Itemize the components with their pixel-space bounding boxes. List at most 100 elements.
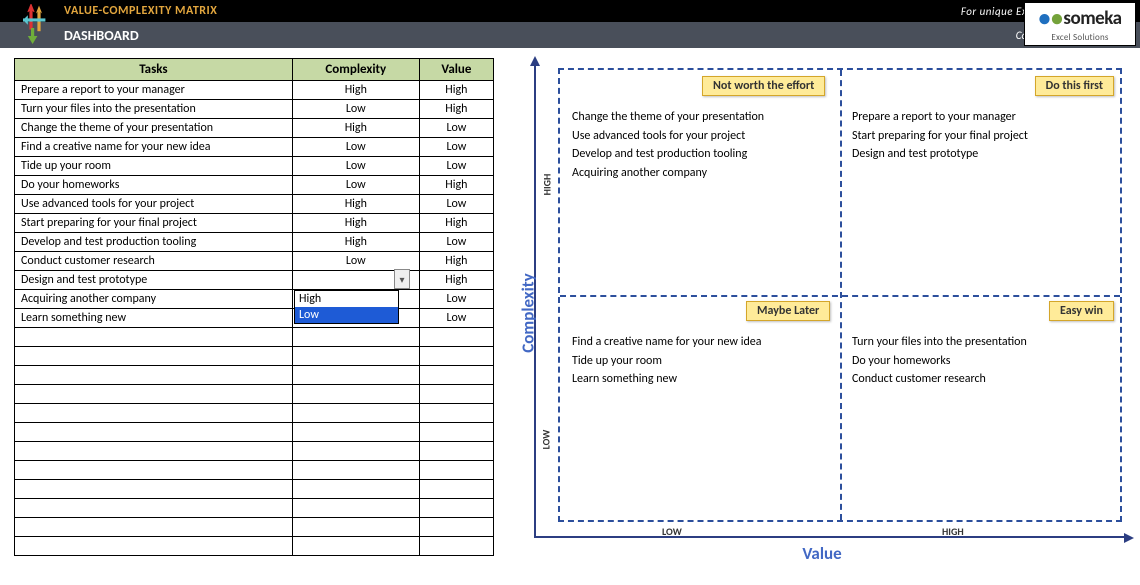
value-cell[interactable]: High — [419, 271, 493, 290]
value-cell[interactable]: Low — [419, 309, 493, 328]
table-row[interactable]: Develop and test production toolingHighL… — [15, 233, 494, 252]
table-row[interactable]: Acquiring another companyHigh Low — [15, 290, 494, 309]
value-cell[interactable]: Low — [419, 290, 493, 309]
value-cell[interactable] — [419, 328, 493, 347]
task-cell[interactable]: Find a creative name for your new idea — [15, 138, 293, 157]
table-row[interactable] — [15, 347, 494, 366]
dropdown-option-low[interactable]: Low — [295, 307, 398, 323]
table-row[interactable]: Change the theme of your presentationHig… — [15, 119, 494, 138]
dropdown-list[interactable]: High Low — [294, 290, 399, 324]
complexity-cell[interactable] — [292, 537, 419, 556]
table-row[interactable] — [15, 499, 494, 518]
table-row[interactable] — [15, 480, 494, 499]
task-cell[interactable]: Turn your files into the presentation — [15, 100, 293, 119]
task-cell[interactable] — [15, 423, 293, 442]
complexity-cell[interactable] — [292, 442, 419, 461]
complexity-cell[interactable]: High — [292, 214, 419, 233]
value-cell[interactable]: Low — [419, 138, 493, 157]
task-cell[interactable] — [15, 518, 293, 537]
complexity-cell[interactable] — [292, 423, 419, 442]
task-cell[interactable] — [15, 366, 293, 385]
complexity-cell[interactable] — [292, 518, 419, 537]
value-cell[interactable] — [419, 537, 493, 556]
table-row[interactable] — [15, 537, 494, 556]
task-cell[interactable] — [15, 404, 293, 423]
table-row[interactable] — [15, 328, 494, 347]
dropdown-arrow-icon[interactable]: ▾ — [394, 269, 410, 289]
complexity-cell[interactable]: High — [292, 81, 419, 100]
complexity-cell[interactable]: Low — [292, 252, 419, 271]
value-cell[interactable] — [419, 404, 493, 423]
complexity-cell[interactable]: High — [292, 233, 419, 252]
complexity-cell[interactable]: Low — [292, 176, 419, 195]
table-row[interactable] — [15, 404, 494, 423]
complexity-cell[interactable] — [292, 480, 419, 499]
brand-logo[interactable]: •• someka Excel Solutions — [1024, 2, 1136, 46]
complexity-cell[interactable] — [292, 328, 419, 347]
dropdown-option-high[interactable]: High — [295, 291, 398, 307]
complexity-cell[interactable] — [292, 499, 419, 518]
task-cell[interactable] — [15, 461, 293, 480]
task-cell[interactable] — [15, 347, 293, 366]
value-cell[interactable] — [419, 480, 493, 499]
complexity-cell[interactable]: High — [292, 119, 419, 138]
table-row[interactable]: Turn your files into the presentationLow… — [15, 100, 494, 119]
task-cell[interactable] — [15, 537, 293, 556]
value-cell[interactable] — [419, 442, 493, 461]
value-cell[interactable]: Low — [419, 195, 493, 214]
complexity-cell[interactable] — [292, 385, 419, 404]
complexity-cell[interactable]: High — [292, 195, 419, 214]
table-row[interactable]: Learn something newLowLow — [15, 309, 494, 328]
task-cell[interactable]: Design and test prototype — [15, 271, 293, 290]
value-cell[interactable] — [419, 423, 493, 442]
table-row[interactable] — [15, 442, 494, 461]
complexity-cell[interactable] — [292, 461, 419, 480]
value-cell[interactable]: High — [419, 214, 493, 233]
task-cell[interactable] — [15, 499, 293, 518]
task-cell[interactable]: Learn something new — [15, 309, 293, 328]
value-cell[interactable] — [419, 385, 493, 404]
complexity-cell[interactable] — [292, 366, 419, 385]
table-row[interactable]: Start preparing for your final projectHi… — [15, 214, 494, 233]
value-cell[interactable] — [419, 366, 493, 385]
complexity-cell[interactable]: Low — [292, 100, 419, 119]
task-cell[interactable]: Do your homeworks — [15, 176, 293, 195]
table-row[interactable]: Use advanced tools for your projectHighL… — [15, 195, 494, 214]
value-cell[interactable] — [419, 518, 493, 537]
table-row[interactable]: Design and test prototype High — [15, 271, 494, 290]
task-cell[interactable] — [15, 385, 293, 404]
table-row[interactable] — [15, 461, 494, 480]
table-row[interactable]: Do your homeworksLowHigh — [15, 176, 494, 195]
table-row[interactable]: Tide up your roomLowLow — [15, 157, 494, 176]
value-cell[interactable] — [419, 499, 493, 518]
complexity-cell[interactable] — [292, 347, 419, 366]
complexity-cell[interactable] — [292, 404, 419, 423]
task-cell[interactable]: Prepare a report to your manager — [15, 81, 293, 100]
task-cell[interactable] — [15, 442, 293, 461]
task-cell[interactable]: Conduct customer research — [15, 252, 293, 271]
table-row[interactable] — [15, 518, 494, 537]
table-row[interactable] — [15, 423, 494, 442]
value-cell[interactable]: Low — [419, 233, 493, 252]
task-cell[interactable]: Acquiring another company — [15, 290, 293, 309]
value-cell[interactable]: Low — [419, 157, 493, 176]
value-cell[interactable]: High — [419, 100, 493, 119]
task-cell[interactable] — [15, 480, 293, 499]
task-cell[interactable]: Use advanced tools for your project — [15, 195, 293, 214]
table-row[interactable] — [15, 385, 494, 404]
complexity-cell[interactable]: Low — [292, 157, 419, 176]
task-cell[interactable]: Start preparing for your final project — [15, 214, 293, 233]
task-cell[interactable]: Tide up your room — [15, 157, 293, 176]
value-cell[interactable] — [419, 461, 493, 480]
task-cell[interactable]: Develop and test production tooling — [15, 233, 293, 252]
table-row[interactable] — [15, 366, 494, 385]
table-row[interactable]: Find a creative name for your new ideaLo… — [15, 138, 494, 157]
task-cell[interactable] — [15, 328, 293, 347]
value-cell[interactable]: High — [419, 81, 493, 100]
value-cell[interactable] — [419, 347, 493, 366]
table-row[interactable]: Conduct customer researchLowHigh — [15, 252, 494, 271]
table-row[interactable]: Prepare a report to your managerHighHigh — [15, 81, 494, 100]
value-cell[interactable]: High — [419, 176, 493, 195]
complexity-cell[interactable]: Low — [292, 138, 419, 157]
task-cell[interactable]: Change the theme of your presentation — [15, 119, 293, 138]
